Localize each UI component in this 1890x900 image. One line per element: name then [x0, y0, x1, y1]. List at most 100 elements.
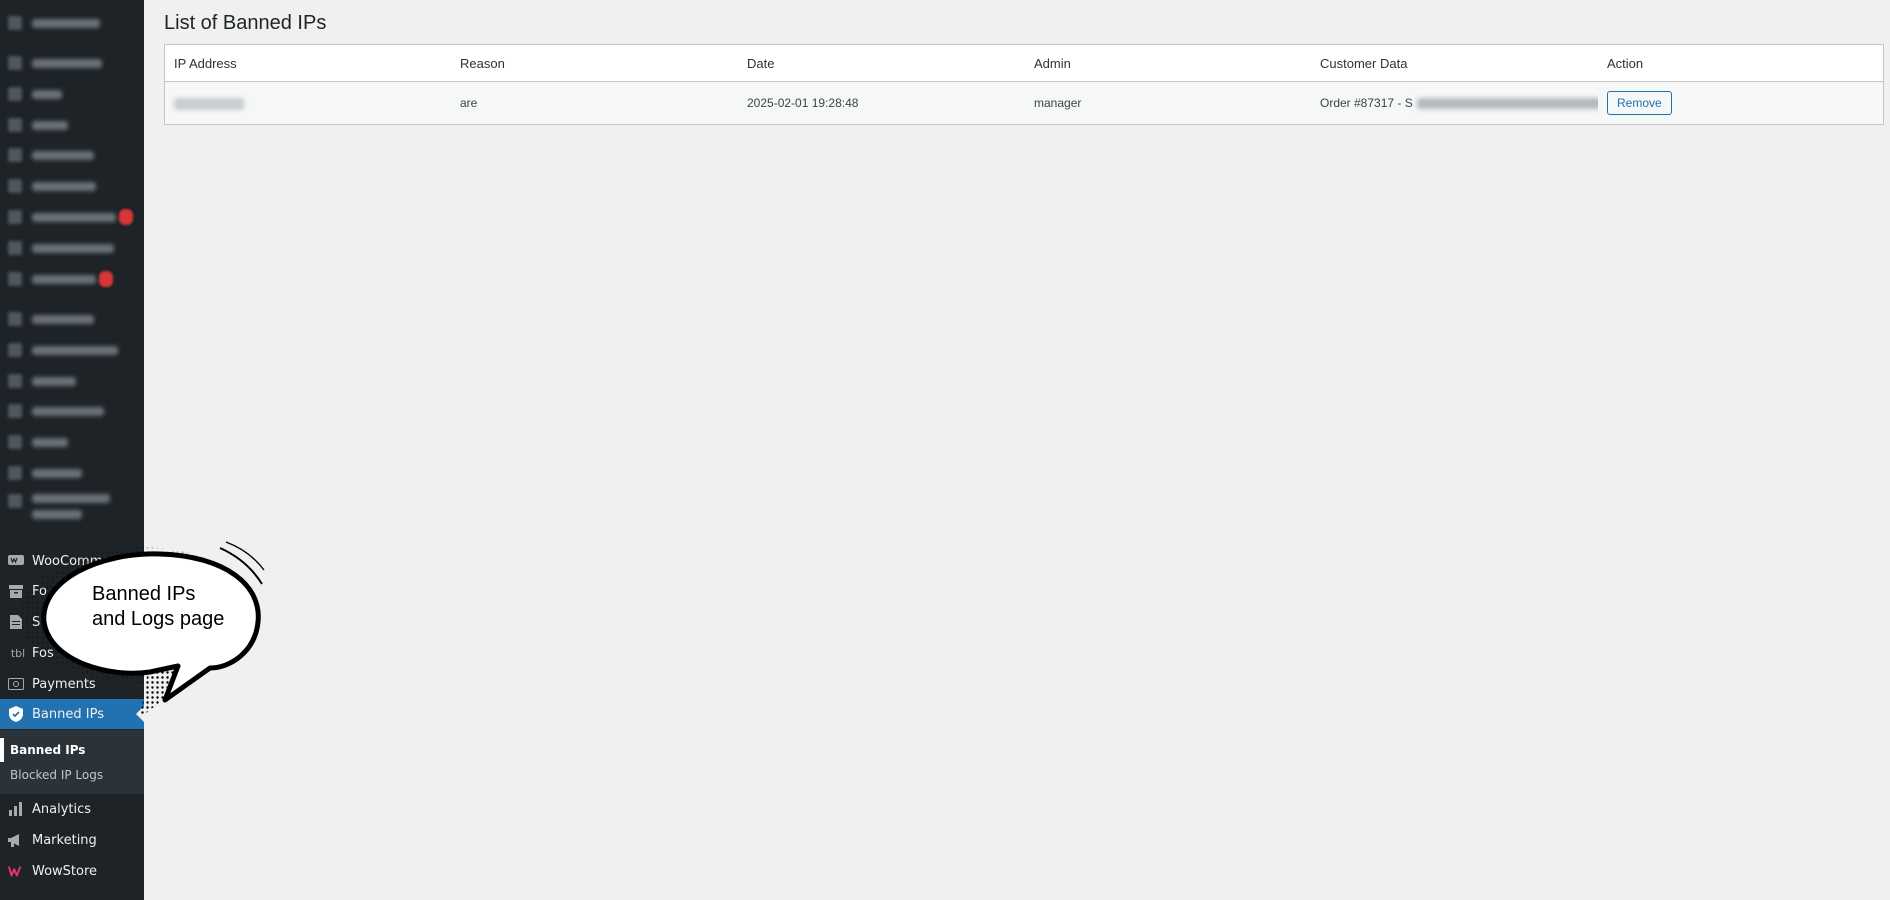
callout-line-2: and Logs page [92, 608, 225, 630]
cell-admin: manager [1025, 81, 1311, 124]
column-header-customer-data[interactable]: Customer Data [1311, 45, 1598, 82]
page-title: List of Banned IPs [164, 12, 327, 34]
column-header-ip-address[interactable]: IP Address [165, 45, 451, 82]
redacted-label [32, 18, 100, 28]
redacted-label [32, 345, 118, 355]
cell-date: 2025-02-01 19:28:48 [738, 81, 1025, 124]
redacted-label [32, 376, 76, 386]
tbl-icon: tbl [10, 646, 26, 660]
bar-chart-icon [8, 801, 24, 817]
redacted-customer-info [1416, 98, 1598, 110]
sidebar-item-label: WowStore [32, 863, 98, 879]
redacted-label [32, 181, 96, 191]
sidebar-item-redacted[interactable] [0, 8, 144, 38]
redacted-icon [8, 374, 22, 388]
sidebar-item-redacted[interactable] [0, 494, 144, 530]
redacted-label [32, 58, 102, 68]
sidebar-item-banned-ips[interactable]: Banned IPs [0, 699, 144, 729]
redacted-label [32, 243, 114, 253]
column-header-reason[interactable]: Reason [451, 45, 738, 82]
cell-customer-data: Order #87317 - S [1311, 81, 1598, 124]
sidebar-item-payments[interactable]: Payments [0, 669, 144, 699]
sidebar-item-redacted[interactable] [0, 366, 144, 396]
notification-badge [99, 271, 113, 287]
redacted-label [32, 406, 104, 416]
sidebar-item-marketing[interactable]: Marketing [0, 825, 144, 855]
redacted-icon [8, 343, 22, 357]
sidebar-item-label: Analytics [32, 801, 92, 817]
sidebar-item-tbl[interactable]: tbl Fos [0, 638, 144, 668]
redacted-icon [8, 312, 22, 326]
active-arrow-icon [136, 706, 144, 722]
sidebar-item-analytics[interactable]: Analytics [0, 794, 144, 824]
redacted-label [32, 314, 94, 324]
sidebar-item-redacted[interactable] [0, 171, 144, 201]
sidebar-item-redacted[interactable] [0, 304, 144, 334]
sidebar-item-label: WooCommerce [32, 553, 131, 569]
admin-sidebar: WooCommerce Fo S tbl Fos Payments Banned… [0, 0, 144, 900]
callout-text: Banned IPs and Logs page [92, 582, 224, 632]
sidebar-item-redacted[interactable] [0, 264, 144, 294]
sidebar-item-redacted[interactable] [0, 48, 144, 78]
sidebar-item-wowstore[interactable]: WowStore [0, 856, 144, 886]
redacted-icon [8, 16, 22, 30]
redacted-label [32, 494, 110, 503]
sidebar-item-redacted[interactable] [0, 140, 144, 170]
submenu-item-blocked-ip-logs[interactable]: Blocked IP Logs [0, 763, 144, 787]
sidebar-item-label: Marketing [32, 832, 97, 848]
woocommerce-icon [8, 553, 24, 569]
redacted-icon [8, 87, 22, 101]
redacted-label [32, 468, 82, 478]
redacted-label [32, 510, 82, 519]
column-header-admin[interactable]: Admin [1025, 45, 1311, 82]
redacted-icon [8, 179, 22, 193]
redacted-icon [8, 56, 22, 70]
redacted-label [32, 120, 68, 130]
archive-icon [8, 583, 24, 599]
sidebar-item-redacted[interactable] [0, 396, 144, 426]
redacted-icon [8, 272, 22, 286]
redacted-label [32, 437, 68, 447]
cell-action: Remove [1598, 81, 1883, 124]
shield-icon [8, 706, 24, 722]
notification-badge [119, 209, 133, 225]
redacted-icon [8, 466, 22, 480]
customer-order-text: Order #87317 - S [1320, 96, 1413, 110]
sidebar-item-label: Payments [32, 676, 96, 692]
redacted-label [32, 274, 96, 284]
sidebar-item-redacted[interactable] [0, 335, 144, 365]
redacted-label [32, 212, 116, 222]
sidebar-item-woocommerce[interactable]: WooCommerce [0, 546, 144, 576]
banned-ips-table: IP Address Reason Date Admin Customer Da… [164, 44, 1884, 125]
redacted-icon [8, 435, 22, 449]
sidebar-item-redacted[interactable] [0, 458, 144, 488]
sidebar-item-redacted[interactable] [0, 233, 144, 263]
table-header-row: IP Address Reason Date Admin Customer Da… [165, 45, 1883, 82]
redacted-icon [8, 210, 22, 224]
payments-icon [8, 676, 24, 692]
sidebar-item-label: Fo [32, 583, 47, 599]
column-header-date[interactable]: Date [738, 45, 1025, 82]
sidebar-item-redacted[interactable] [0, 79, 144, 109]
redacted-icon [8, 148, 22, 162]
sidebar-item-label: S [32, 614, 41, 630]
submenu-item-banned-ips[interactable]: Banned IPs [0, 738, 144, 762]
cell-reason: are [451, 81, 738, 124]
redacted-icon [8, 404, 22, 418]
redacted-icon [8, 494, 22, 508]
redacted-ip [174, 97, 244, 110]
wowstore-icon [8, 863, 24, 879]
redacted-label [32, 89, 62, 99]
remove-button[interactable]: Remove [1607, 91, 1672, 115]
page-icon [8, 614, 24, 630]
callout-line-1: Banned IPs [92, 583, 196, 605]
sidebar-item-redacted[interactable] [0, 110, 144, 140]
table-row: are 2025-02-01 19:28:48 manager Order #8… [165, 81, 1883, 124]
column-header-action: Action [1598, 45, 1883, 82]
sidebar-item-redacted[interactable] [0, 202, 144, 232]
redacted-label [32, 150, 94, 160]
redacted-label-group [32, 494, 110, 519]
redacted-icon [8, 118, 22, 132]
sidebar-item-redacted[interactable] [0, 427, 144, 457]
cell-ip-address [165, 81, 451, 124]
